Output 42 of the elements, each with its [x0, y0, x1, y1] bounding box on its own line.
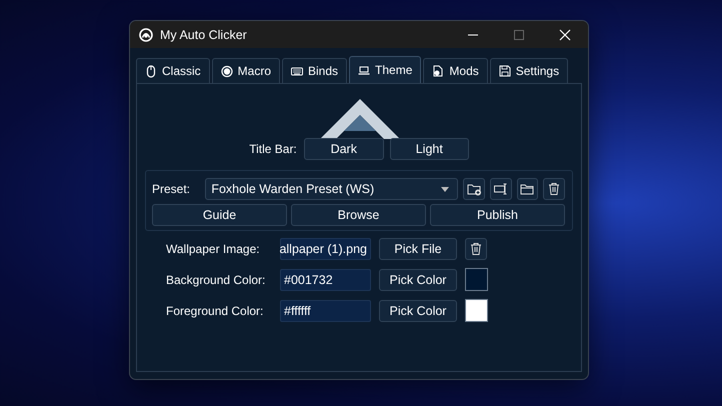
- title-bar-style-button[interactable]: Light: [390, 138, 469, 160]
- window-title: My Auto Clicker: [160, 28, 247, 42]
- laptop-icon: [358, 64, 370, 76]
- pick-button[interactable]: Pick Color: [379, 300, 457, 322]
- close-icon: [559, 28, 571, 40]
- folder-icon: [520, 182, 534, 196]
- tab[interactable]: Macro: [212, 58, 280, 83]
- app-logo-icon: [139, 28, 153, 42]
- preset-label: Preset:: [152, 182, 192, 196]
- dropdown-caret-icon: [441, 186, 450, 192]
- field-label: Wallpaper Image:: [166, 242, 261, 256]
- tab[interactable]: Classic: [136, 58, 210, 83]
- tab[interactable]: Binds: [282, 58, 348, 83]
- tab[interactable]: Theme: [349, 56, 422, 83]
- open-folder-button[interactable]: [516, 178, 538, 200]
- new-folder-button[interactable]: [463, 178, 485, 200]
- field-label: Foreground Color:: [166, 304, 264, 318]
- preset-action-button[interactable]: Publish: [430, 204, 565, 226]
- radio-icon: [220, 64, 233, 78]
- keyboard-icon: [291, 64, 304, 78]
- tab[interactable]: Mods: [423, 58, 488, 83]
- pick-button[interactable]: Pick File: [379, 238, 457, 260]
- delete-button[interactable]: [543, 178, 566, 200]
- preset-action-button[interactable]: Browse: [291, 204, 426, 226]
- input-field[interactable]: allpaper (1).png: [280, 238, 371, 260]
- preset-action-button[interactable]: Guide: [152, 204, 287, 226]
- preset-dropdown[interactable]: Foxhole Warden Preset (WS): [205, 178, 458, 200]
- pick-button[interactable]: Pick Color: [379, 268, 457, 290]
- field-label: Background Color:: [166, 272, 266, 286]
- title-bar-label: Title Bar:: [249, 142, 297, 156]
- trash-icon: [547, 182, 562, 196]
- input-field[interactable]: #001732: [280, 268, 371, 290]
- maximize-icon: [513, 28, 525, 40]
- trash-icon: [469, 242, 483, 256]
- rename-button[interactable]: [490, 178, 512, 200]
- title-bar-style-button[interactable]: Dark: [304, 138, 384, 160]
- tab[interactable]: Settings: [490, 58, 568, 83]
- text-cursor-icon: [494, 182, 508, 196]
- mouse-icon: [145, 64, 157, 78]
- input-field[interactable]: #ffffff: [280, 300, 371, 322]
- folder-plus-icon: [466, 182, 481, 196]
- clear-wallpaper-button[interactable]: [465, 238, 487, 260]
